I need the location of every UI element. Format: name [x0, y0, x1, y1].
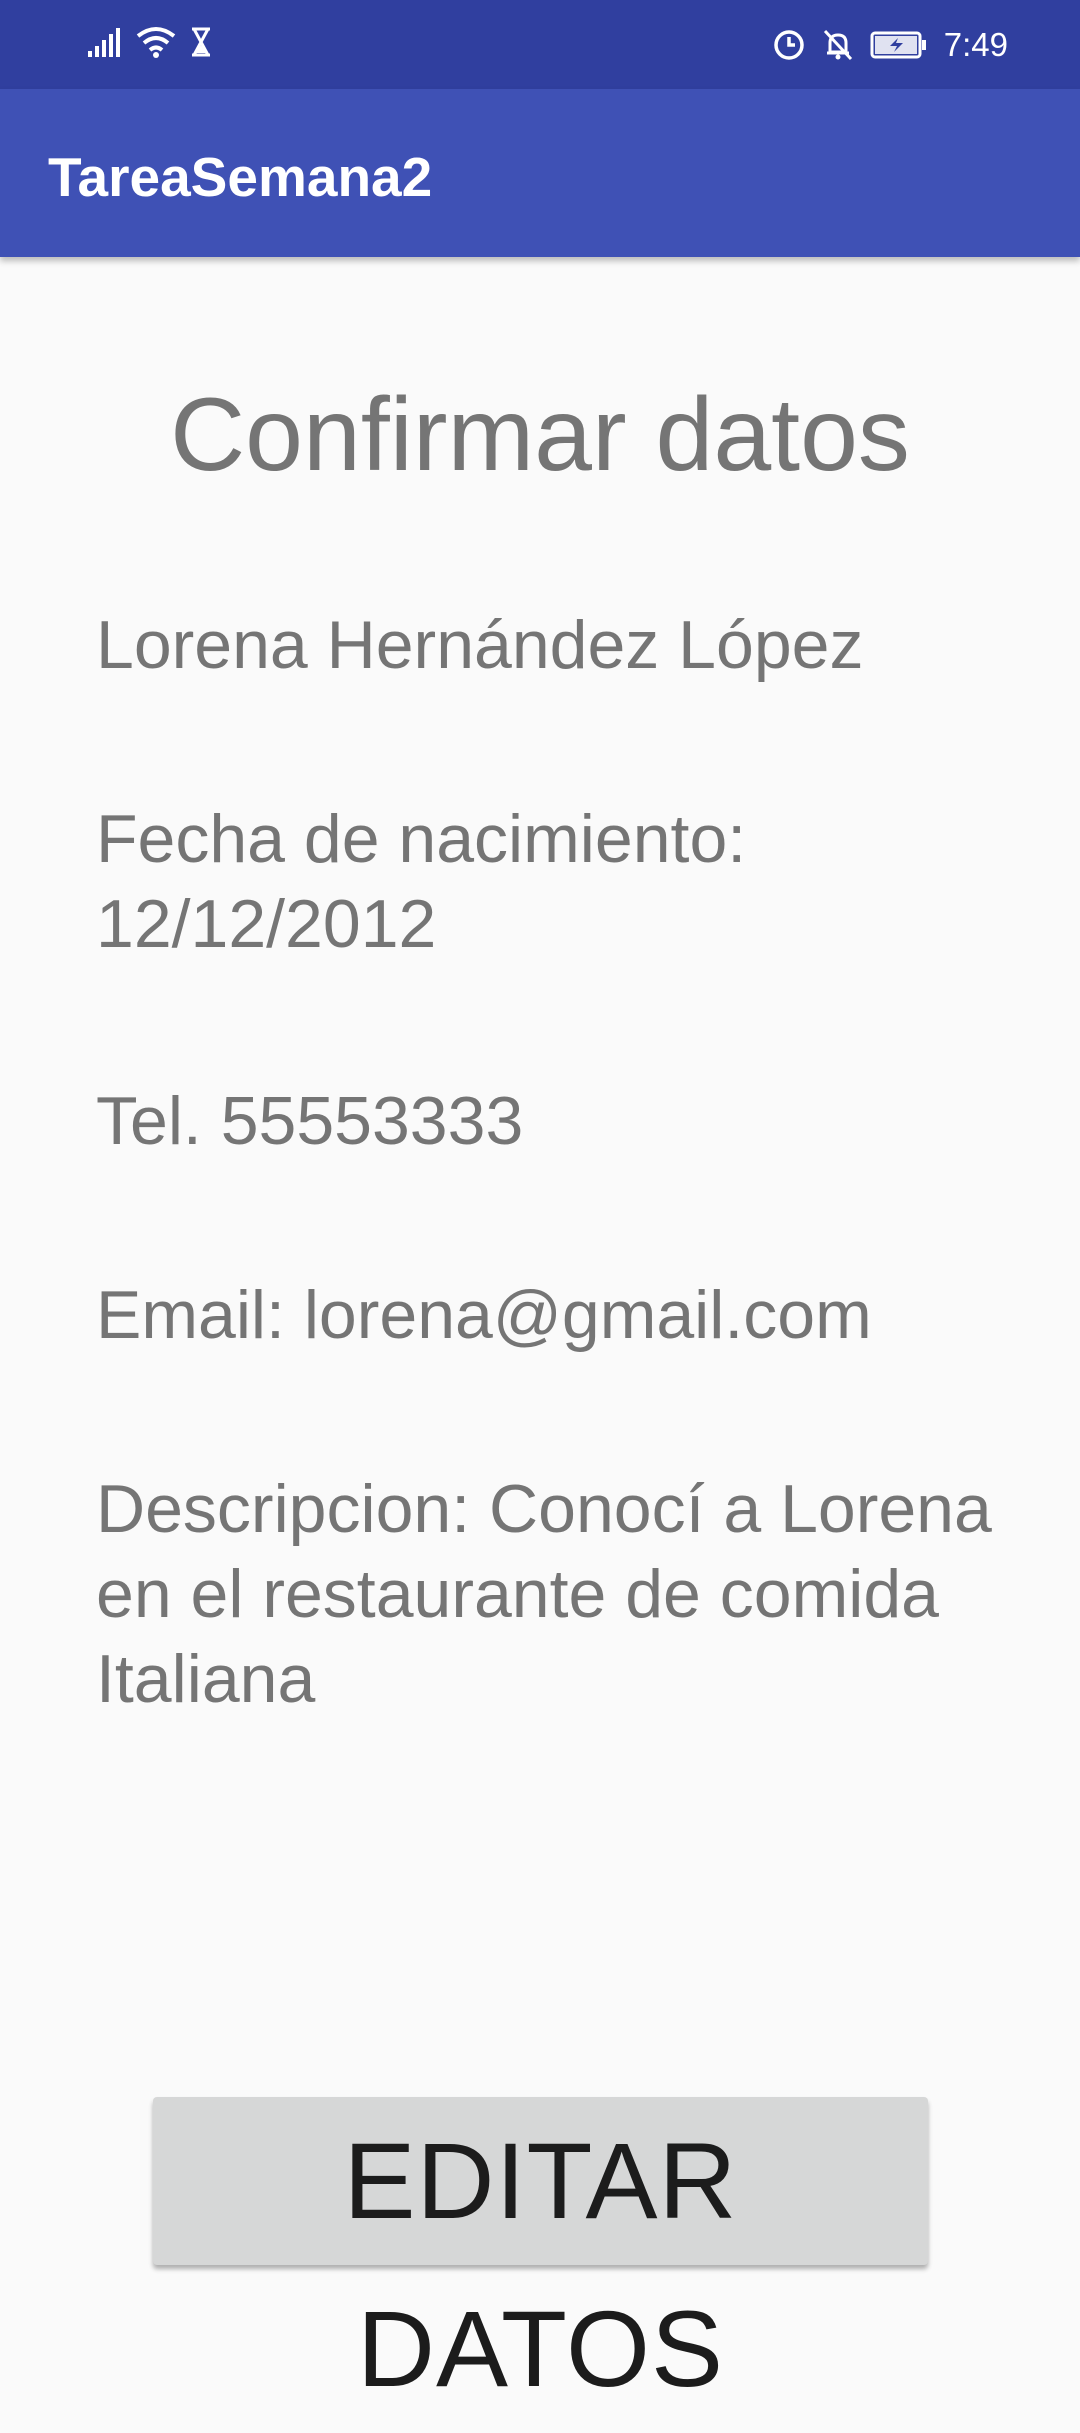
notifications-off-icon — [822, 28, 854, 62]
phone-field: Tel. 55553333 — [96, 1083, 524, 1159]
birth-date-value: 12/12/2012 — [96, 886, 437, 962]
status-bar: 7:49 — [0, 0, 1080, 89]
app-title: TareaSemana2 — [48, 146, 433, 208]
status-left-icons — [88, 26, 212, 58]
wifi-icon — [136, 26, 176, 58]
description-field: Descripcion: Conocí a Lorena en el resta… — [96, 1471, 992, 1717]
signal-icon — [88, 27, 122, 57]
edit-data-button[interactable]: EDITAR DATOS — [153, 2097, 928, 2409]
birth-date-label: Fecha de nacimiento: — [96, 801, 747, 877]
email-field: Email: lorena@gmail.com — [96, 1277, 872, 1353]
status-right-icons: 7:49 — [772, 22, 1008, 68]
birth-date-field: Fecha de nacimiento: 12/12/2012 — [96, 797, 1046, 967]
status-time: 7:49 — [943, 26, 1008, 63]
hourglass-icon — [190, 27, 212, 57]
contact-name: Lorena Hernández López — [96, 607, 864, 683]
app-bar: TareaSemana2 — [0, 89, 1080, 257]
page-title: Confirmar datos — [170, 377, 910, 493]
battery-charging-icon — [870, 30, 928, 60]
data-saver-icon — [772, 28, 806, 62]
